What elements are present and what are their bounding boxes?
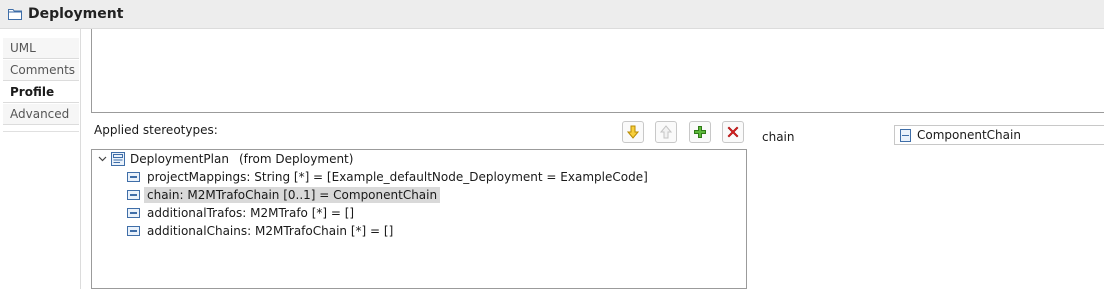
delete-icon — [727, 126, 739, 138]
property-icon — [127, 208, 140, 218]
property-row-projectmappings[interactable]: projectMappings: String [*] = [Example_d… — [127, 168, 651, 186]
tab-uml-label: UML — [10, 41, 36, 55]
tab-profile-label: Profile — [10, 85, 55, 99]
move-up-button[interactable] — [655, 121, 677, 143]
tab-comments-label: Comments — [10, 63, 76, 77]
stereotype-icon — [111, 152, 125, 166]
upper-panel — [91, 29, 1104, 113]
stereotype-source: (from Deployment) — [238, 152, 354, 166]
property-label: projectMappings: String [*] = [Example_d… — [147, 170, 648, 184]
property-label: chain: M2MTrafoChain [0..1] = ComponentC… — [144, 187, 441, 203]
arrow-down-icon — [627, 125, 639, 139]
property-value-text: ComponentChain — [917, 128, 1021, 142]
property-label: additionalTrafos: M2MTrafo [*] = [] — [147, 206, 355, 220]
property-label: additionalChains: M2MTrafoChain [*] = [] — [147, 224, 394, 238]
property-name-label: chain — [762, 130, 795, 144]
folder-icon — [8, 7, 22, 21]
component-icon — [900, 128, 911, 142]
chevron-down-icon[interactable] — [98, 154, 108, 165]
tabs-filler — [3, 131, 79, 290]
property-row-additionalchains[interactable]: additionalChains: M2MTrafoChain [*] = [] — [127, 222, 396, 240]
applied-stereotypes-label: Applied stereotypes: — [94, 123, 218, 137]
tab-advanced[interactable]: Advanced — [3, 104, 79, 125]
tab-advanced-label: Advanced — [10, 107, 70, 121]
move-down-button[interactable] — [622, 121, 644, 143]
remove-stereotype-button[interactable] — [722, 121, 744, 143]
property-row-chain[interactable]: chain: M2MTrafoChain [0..1] = ComponentC… — [127, 186, 441, 204]
applied-stereotypes-tree[interactable]: DeploymentPlan (from Deployment) project… — [91, 149, 747, 289]
view-title: Deployment — [28, 6, 124, 22]
property-icon — [127, 172, 140, 182]
stereotype-name: DeploymentPlan — [130, 152, 229, 166]
arrow-up-icon — [660, 125, 672, 139]
tab-comments[interactable]: Comments — [3, 60, 79, 81]
property-icon — [127, 190, 140, 200]
property-row-additionaltrafos[interactable]: additionalTrafos: M2MTrafo [*] = [] — [127, 204, 357, 222]
tab-profile[interactable]: Profile — [3, 82, 79, 103]
property-value-field[interactable]: ComponentChain — [894, 125, 1104, 145]
tree-root-deploymentplan[interactable]: DeploymentPlan (from Deployment) — [98, 150, 353, 168]
tab-uml[interactable]: UML — [3, 38, 79, 59]
add-stereotype-button[interactable] — [689, 121, 711, 143]
view-header: Deployment — [0, 0, 1104, 29]
plus-icon — [694, 126, 706, 138]
property-icon — [127, 226, 140, 236]
property-tabs: UML Comments Profile Advanced — [0, 29, 81, 290]
